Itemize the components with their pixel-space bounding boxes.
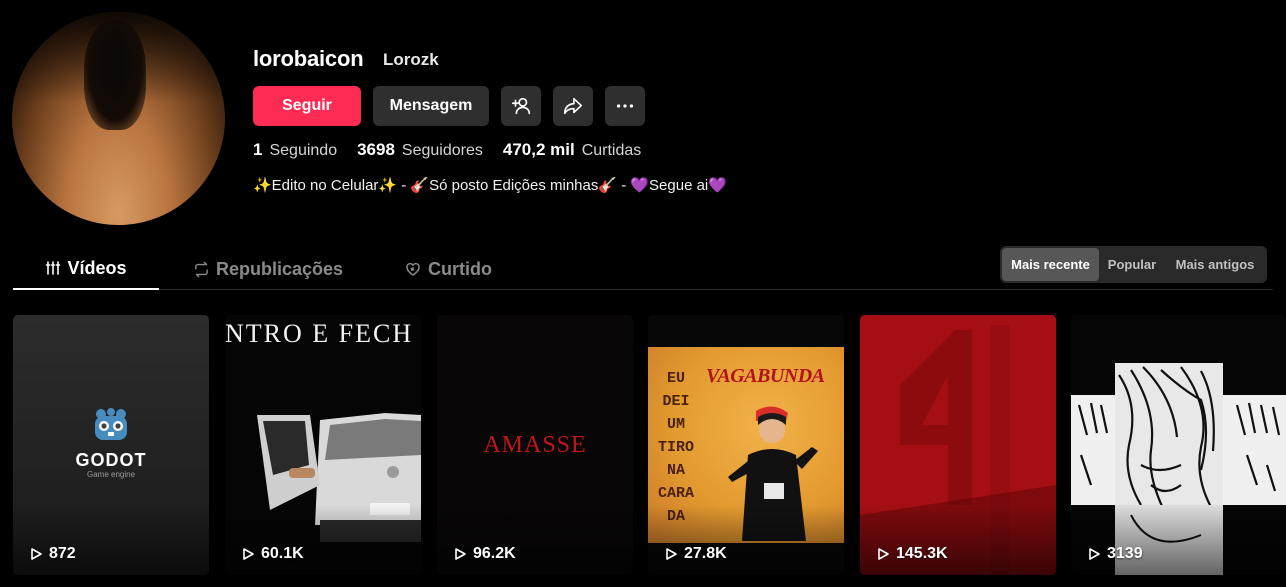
video-card[interactable]: VAGABUNDA EU DEI UM TIRO NA CARA DA 27.8… xyxy=(648,315,844,575)
more-button[interactable] xyxy=(605,86,645,126)
following-stat[interactable]: 1 Seguindo xyxy=(253,140,337,160)
video-overlay-title: AMASSE xyxy=(483,432,587,458)
repost-icon xyxy=(195,261,208,277)
view-count-value: 60.1K xyxy=(261,545,304,562)
nickname: Lorozk xyxy=(383,50,439,69)
more-icon xyxy=(616,104,634,108)
share-button[interactable] xyxy=(553,86,593,126)
following-label: Seguindo xyxy=(269,142,338,159)
video-card[interactable]: AMASSE 96.2K xyxy=(437,315,633,575)
thumbnail-fade xyxy=(13,505,209,575)
followers-stat[interactable]: 3698 Seguidores xyxy=(357,140,483,160)
video-overlay-subtitle: Game engine xyxy=(86,470,136,479)
view-count: 3139 xyxy=(1087,545,1143,563)
heart-icon xyxy=(406,262,420,276)
grid-icon xyxy=(46,261,61,275)
profile-bio: ✨Edito no Celular✨ - 🎸Só posto Edições m… xyxy=(253,177,727,194)
sort-control: Mais recente Popular Mais antigos xyxy=(1000,246,1267,283)
tab-videos[interactable]: Vídeos xyxy=(13,248,159,290)
thumbnail-fade xyxy=(648,505,844,575)
thumbnail-fade xyxy=(860,505,1056,575)
followers-count: 3698 xyxy=(357,140,395,159)
view-count: 27.8K xyxy=(664,545,727,563)
thumbnail-fade xyxy=(1071,505,1286,575)
video-card[interactable]: 3139 xyxy=(1071,315,1286,575)
follow-button[interactable]: Seguir xyxy=(253,86,361,126)
view-count: 60.1K xyxy=(241,545,304,563)
play-icon xyxy=(243,548,254,560)
avatar-silhouette xyxy=(84,20,146,130)
tab-liked[interactable]: Curtido xyxy=(398,248,498,290)
play-icon xyxy=(666,548,677,560)
view-count-value: 872 xyxy=(49,545,76,562)
sort-option-oldest[interactable]: Mais antigos xyxy=(1165,248,1265,281)
view-count-value: 27.8K xyxy=(684,545,727,562)
add-friend-button[interactable] xyxy=(501,86,541,126)
thumbnail-fade xyxy=(225,505,421,575)
followers-label: Seguidores xyxy=(401,142,483,159)
view-count-value: 96.2K xyxy=(473,545,516,562)
view-count: 96.2K xyxy=(453,545,516,563)
video-card[interactable]: 145.3K xyxy=(860,315,1056,575)
following-count: 1 xyxy=(253,140,263,159)
profile-stats: 1 Seguindo 3698 Seguidores 470,2 mil Cur… xyxy=(253,140,661,160)
view-count-value: 145.3K xyxy=(896,545,948,562)
video-overlay-title: GODOT xyxy=(75,450,147,470)
tab-videos-label: Vídeos xyxy=(67,257,127,278)
video-card[interactable]: GODOT Game engine 872 xyxy=(13,315,209,575)
sort-option-recent[interactable]: Mais recente xyxy=(1002,248,1099,281)
play-icon xyxy=(878,548,889,560)
view-count: 872 xyxy=(29,545,76,563)
username: lorobaicon xyxy=(253,46,364,71)
message-button[interactable]: Mensagem xyxy=(373,86,489,126)
tab-liked-label: Curtido xyxy=(428,258,492,279)
play-icon xyxy=(1089,548,1100,560)
play-icon xyxy=(455,548,466,560)
likes-label: Curtidas xyxy=(581,142,642,159)
avatar[interactable] xyxy=(12,12,225,225)
likes-stat: 470,2 mil Curtidas xyxy=(503,140,641,160)
play-icon xyxy=(31,548,42,560)
add-friend-icon xyxy=(511,97,531,115)
tab-reposts-label: Republicações xyxy=(215,258,344,279)
likes-count: 470,2 mil xyxy=(502,140,575,159)
view-count-value: 3139 xyxy=(1107,545,1143,562)
tab-reposts[interactable]: Republicações xyxy=(188,248,348,290)
share-icon xyxy=(563,97,583,115)
thumbnail-fade xyxy=(437,505,633,575)
view-count: 145.3K xyxy=(876,545,948,563)
video-card[interactable]: NTRO E FECH 60.1K xyxy=(225,315,421,575)
sort-option-popular[interactable]: Popular xyxy=(1099,248,1165,281)
